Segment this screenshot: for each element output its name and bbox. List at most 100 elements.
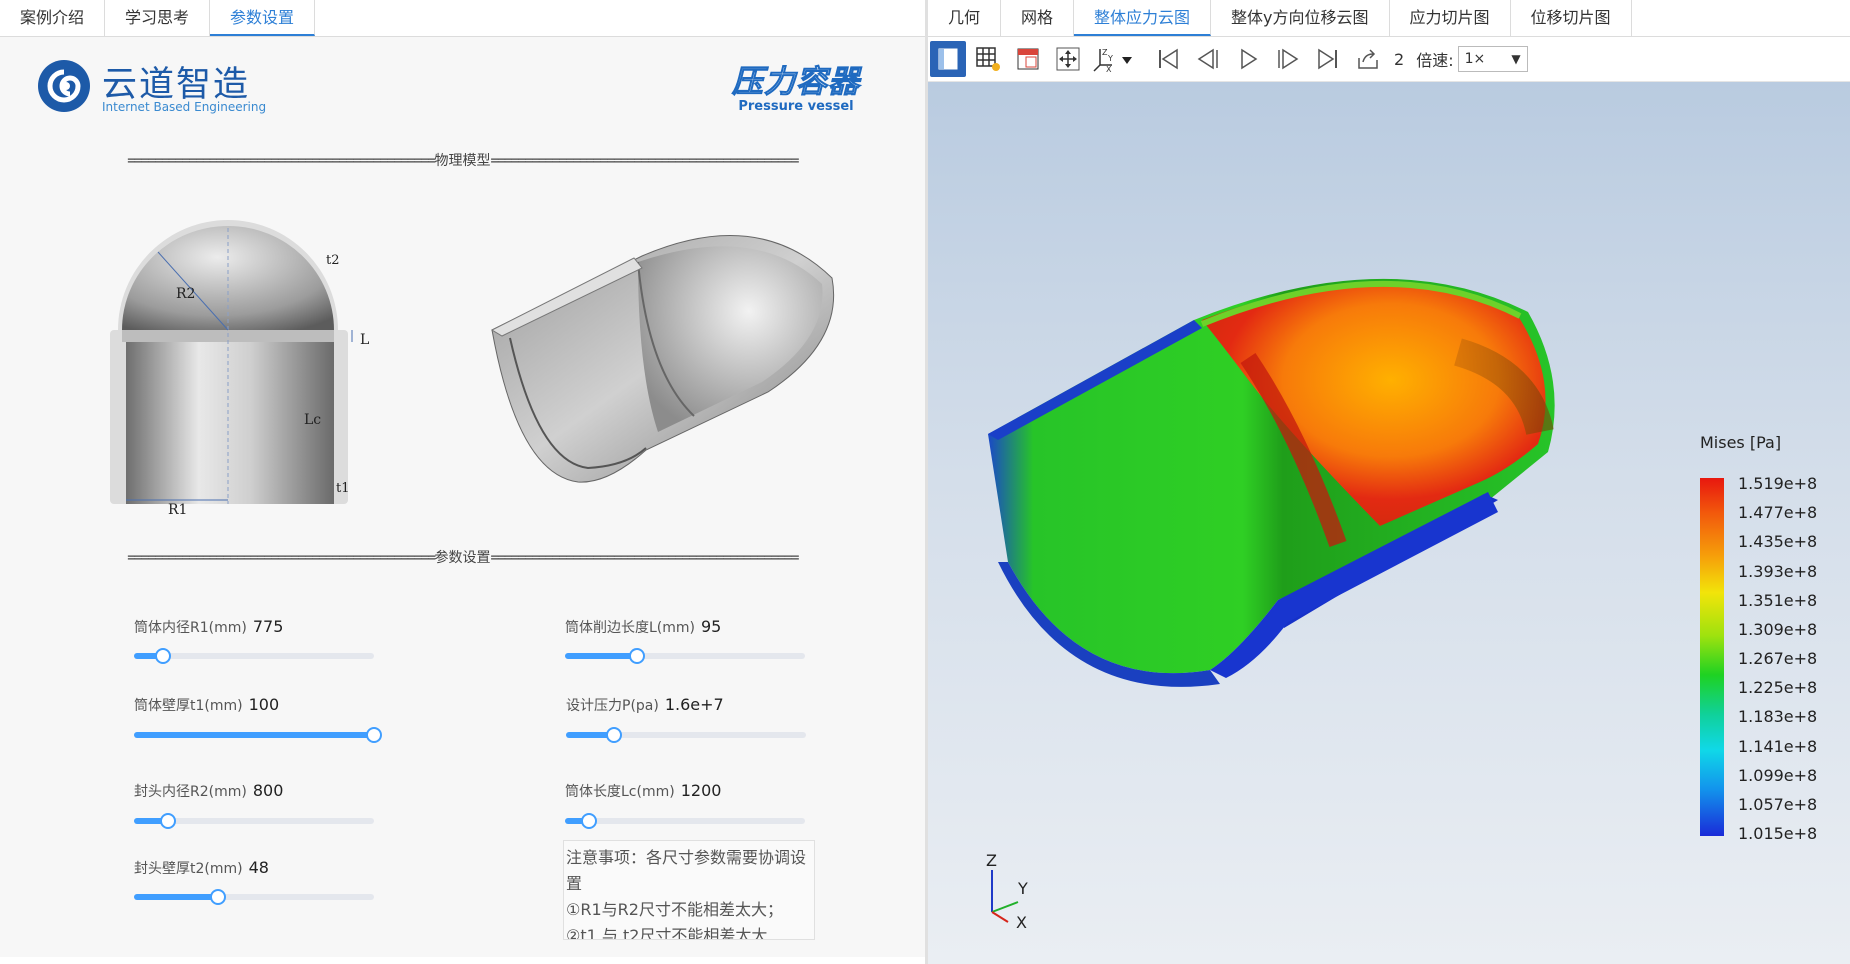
legend-colorbar	[1700, 478, 1724, 836]
note-line: ②t1 与 t2尺寸不能相差太大	[566, 926, 768, 940]
chevron-down-icon: ▼	[1511, 52, 1521, 66]
slider-Lc[interactable]	[565, 813, 805, 829]
tab-study[interactable]: 学习思考	[105, 0, 211, 36]
fit-view-button[interactable]	[1050, 41, 1086, 77]
notes-box[interactable]: 注意事项：各尺寸参数需要协调设置 ①R1与R2尺寸不能相差太大； ②t1 与 t…	[563, 840, 815, 940]
param-value: 100	[248, 695, 280, 714]
slider-handle[interactable]	[366, 727, 382, 743]
dash-rule: ========================================…	[127, 550, 436, 566]
axis-z-label: Z	[986, 851, 997, 870]
slider-handle[interactable]	[159, 813, 176, 829]
viewer-toolbar: ZYX 2 倍速: 1× ▼	[928, 37, 1850, 82]
tab-geometry[interactable]: 几何	[928, 0, 1002, 36]
axis-orientation-dropdown[interactable]: ZYX	[1090, 41, 1138, 77]
legend-label: 1.477e+8	[1738, 503, 1818, 523]
slider-handle[interactable]	[581, 813, 597, 829]
param-P: 设计压力P(pa) 1.6e+7	[566, 695, 724, 715]
legend-label: 1.057e+8	[1738, 794, 1818, 814]
solid-view-icon	[938, 48, 958, 70]
swirl-logo-icon	[38, 60, 90, 112]
param-value: 1.6e+7	[664, 695, 724, 714]
param-label: 筒体内径R1(mm)	[134, 620, 247, 636]
mesh-toggle-button[interactable]	[970, 41, 1006, 77]
legend-label: 1.519e+8	[1738, 474, 1818, 493]
play-button[interactable]	[1230, 41, 1266, 77]
slider-handle[interactable]	[210, 889, 226, 905]
slider-R1[interactable]	[134, 648, 374, 664]
tab-stress-slice[interactable]: 应力切片图	[1390, 0, 1511, 36]
first-frame-button[interactable]	[1150, 41, 1186, 77]
vessel-3d-diagram	[490, 235, 835, 483]
colormap-button[interactable]	[1010, 41, 1046, 77]
axis-triad: Z Y X	[986, 851, 1028, 930]
prev-frame-button[interactable]	[1190, 41, 1226, 77]
slider-fill	[134, 732, 374, 738]
step-count: 2	[1394, 49, 1405, 69]
legend-label: 1.393e+8	[1738, 561, 1818, 581]
legend-label: 1.267e+8	[1738, 649, 1818, 668]
param-Lc: 筒体长度Lc(mm) 1200	[565, 781, 721, 801]
speed-label: 倍速:	[1416, 51, 1454, 70]
last-frame-button[interactable]	[1310, 41, 1346, 77]
label-Lc: Lc	[304, 412, 321, 428]
slider-t2[interactable]	[134, 889, 374, 905]
param-label: 筒体长度Lc(mm)	[565, 784, 675, 800]
slider-R2[interactable]	[134, 813, 374, 829]
slider-P[interactable]	[566, 727, 806, 743]
section-header-params: ========================================…	[40, 547, 885, 567]
product-title-cn: 压力容器	[732, 64, 860, 101]
label-R1: R1	[168, 502, 187, 518]
section-title-model: 物理模型	[434, 153, 491, 169]
logo-subtitle: Internet Based Engineering	[102, 100, 267, 114]
legend-label: 1.351e+8	[1738, 590, 1818, 610]
tab-param-settings[interactable]: 参数设置	[210, 0, 316, 36]
slider-t1[interactable]	[134, 727, 382, 743]
product-title-en: Pressure vessel	[738, 99, 854, 114]
tab-stress-contour[interactable]: 整体应力云图	[1074, 0, 1212, 36]
export-icon	[1358, 49, 1378, 69]
label-t1: t1	[336, 481, 350, 496]
tab-y-displacement[interactable]: 整体y方向位移云图	[1211, 0, 1390, 36]
step-back-icon	[1197, 48, 1218, 70]
speed-select[interactable]: 1× ▼	[1457, 46, 1528, 72]
legend-title: Mises [Pa]	[1700, 433, 1782, 452]
move-icon	[1056, 47, 1080, 71]
next-frame-button[interactable]	[1270, 41, 1306, 77]
export-button[interactable]	[1350, 41, 1386, 77]
label-L: L	[360, 332, 369, 348]
param-value: 95	[701, 617, 722, 636]
left-tab-bar: 案例介绍 学习思考 参数设置	[0, 0, 925, 37]
tab-displacement-slice[interactable]: 位移切片图	[1511, 0, 1632, 36]
slider-handle[interactable]	[154, 648, 171, 664]
legend-label: 1.141e+8	[1738, 736, 1818, 756]
view-mode-button[interactable]	[930, 41, 966, 77]
param-label: 筒体壁厚t1(mm)	[134, 698, 243, 714]
stress-contour-model	[988, 278, 1555, 687]
slider-L[interactable]	[565, 648, 805, 664]
company-logo: 云道智造 Internet Based Engineering	[36, 52, 266, 118]
param-t1: 筒体壁厚t1(mm) 100	[134, 695, 279, 715]
dash-rule: ========================================…	[490, 153, 800, 169]
tab-mesh[interactable]: 网格	[1001, 0, 1075, 36]
param-value: 48	[248, 858, 269, 877]
legend-label: 1.309e+8	[1738, 619, 1818, 639]
label-R2: R2	[176, 286, 195, 302]
section-header-model: ========================================…	[40, 150, 885, 170]
param-value: 1200	[680, 781, 722, 800]
step-forward-icon	[1278, 48, 1299, 70]
slider-handle[interactable]	[606, 727, 622, 743]
param-label: 筒体削边长度L(mm)	[565, 620, 695, 636]
param-label: 设计压力P(pa)	[566, 698, 659, 714]
section-title-params: 参数设置	[434, 550, 491, 566]
slider-handle[interactable]	[629, 648, 645, 664]
grid-icon	[976, 47, 1000, 71]
param-value: 775	[252, 617, 284, 636]
param-t2: 封头壁厚t2(mm) 48	[134, 858, 269, 878]
svg-text:X: X	[1106, 65, 1112, 73]
param-R2: 封头内径R2(mm) 800	[134, 781, 283, 801]
axis-y-label: Y	[1017, 879, 1028, 898]
param-label: 封头壁厚t2(mm)	[134, 861, 243, 877]
legend-label: 1.099e+8	[1738, 765, 1818, 785]
param-R1: 筒体内径R1(mm) 775	[134, 617, 283, 637]
tab-case-intro[interactable]: 案例介绍	[0, 0, 106, 36]
